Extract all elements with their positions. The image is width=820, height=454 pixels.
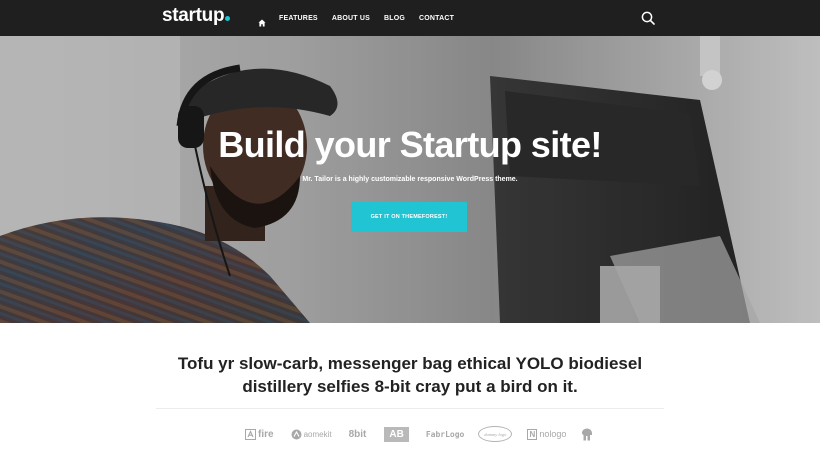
ab-logo-text: AB (389, 428, 404, 440)
main-menu: FEATURES ABOUT US BLOG CONTACT (258, 0, 468, 36)
client-logo-aomekit: aomekit (291, 429, 332, 440)
menu-item-blog[interactable]: BLOG (384, 15, 405, 22)
hero-section: Build your Startup site! Mr. Tailor is a… (0, 36, 820, 323)
fire-logo-icon (245, 428, 256, 440)
aomekit-logo-text: aomekit (303, 429, 332, 439)
home-icon[interactable] (258, 14, 266, 27)
menu-item-features[interactable]: FEATURES (279, 15, 318, 22)
helmet-logo-icon (581, 428, 593, 441)
fabrlogo-logo-text: FabrLogo (425, 429, 465, 439)
aomekit-logo-icon (291, 429, 302, 440)
dummy-logo-text: dummy logo (484, 431, 507, 437)
8bit-logo-text: 8bit (348, 428, 367, 440)
site-logo[interactable]: startup (162, 5, 231, 29)
logo-dot (225, 16, 231, 21)
tagline-line-2: distillery selfies 8-bit cray put a bird… (242, 377, 578, 396)
tagline: Tofu yr slow-carb, messenger bag ethical… (160, 352, 660, 398)
client-logos: fire aomekit 8bit AB FabrLogo dummy logo… (245, 424, 593, 444)
client-logo-nologo: N nologo (527, 428, 567, 440)
client-logo-ab: AB (384, 426, 409, 442)
hero-title: Build your Startup site! (218, 124, 602, 165)
get-it-button[interactable]: GET IT ON THEMEFOREST! (351, 202, 467, 232)
menu-item-about-us[interactable]: ABOUT US (332, 15, 370, 22)
nologo-logo-icon: N (527, 428, 538, 440)
client-logo-fire: fire (245, 428, 274, 440)
client-logo-dummy-logo: dummy logo (478, 426, 513, 442)
nologo-logo-text: nologo (539, 429, 567, 439)
tagline-line-1: Tofu yr slow-carb, messenger bag ethical… (177, 354, 643, 373)
menu-item-contact[interactable]: CONTACT (419, 15, 454, 22)
top-navbar: startup FEATURES ABOUT US BLOG CONTACT (0, 0, 820, 36)
search-icon[interactable] (640, 10, 656, 26)
logo-text: startup (162, 5, 225, 26)
divider (156, 408, 664, 409)
fire-logo-text: fire (258, 428, 274, 440)
client-logo-fabrlogo: FabrLogo (426, 430, 465, 439)
client-logo-8bit: 8bit (349, 429, 367, 440)
hero-subtitle: Mr. Tailor is a highly customizable resp… (302, 176, 518, 183)
